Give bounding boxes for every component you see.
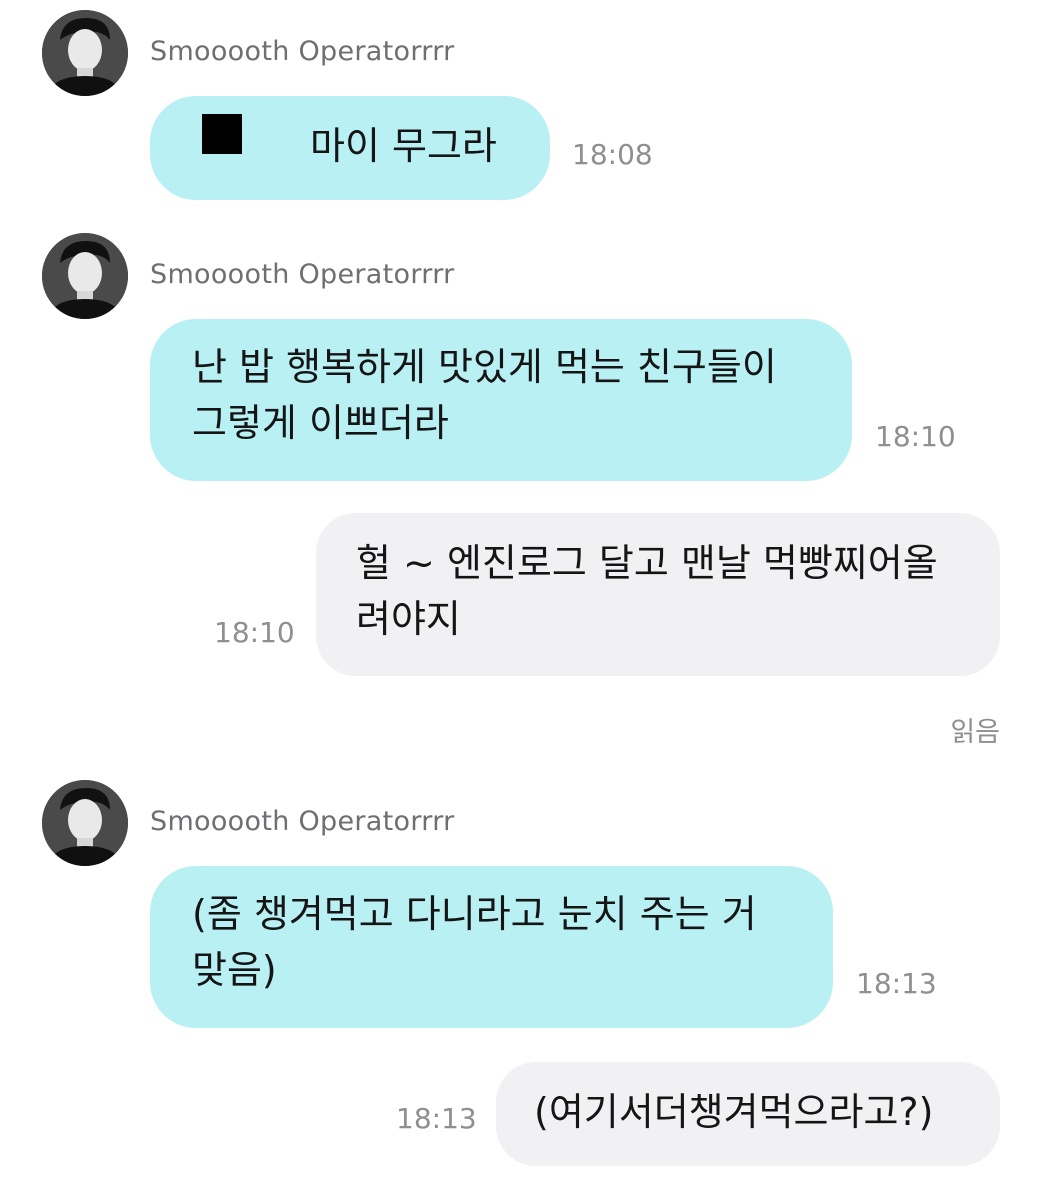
- message-bubble-incoming[interactable]: 마이 무그라: [150, 96, 550, 200]
- message-time: 18:13: [856, 967, 937, 1000]
- message-text-line: (좀 챙겨먹고 다니라고 눈치 주는 거: [192, 892, 757, 936]
- avatar[interactable]: [42, 780, 128, 866]
- message-time: 18:10: [214, 616, 295, 649]
- message-text-line: 려야지: [356, 597, 461, 641]
- message-bubble-incoming[interactable]: 난 밥 행복하게 맛있게 먹는 친구들이 그렇게 이쁘더라: [150, 319, 852, 481]
- message-text-line: 난 밥 행복하게 맛있게 먹는 친구들이: [192, 345, 777, 389]
- message-text-line: 맞음): [192, 948, 277, 992]
- message-time: 18:13: [396, 1102, 477, 1135]
- message-time: 18:10: [875, 420, 956, 453]
- sender-name: Smooooth Operatorrrr: [150, 259, 455, 290]
- message-text: (여기서더챙겨먹으라고?): [534, 1090, 934, 1134]
- read-receipt: 읽음: [950, 717, 1000, 748]
- message-bubble-outgoing[interactable]: 헐 ~ 엔진로그 달고 맨날 먹빵찌어올 려야지: [316, 513, 1000, 676]
- message-time: 18:08: [572, 138, 653, 171]
- avatar[interactable]: [42, 10, 128, 96]
- message-text: 마이 무그라: [310, 124, 497, 168]
- redacted-sticker: [202, 114, 242, 154]
- message-text-line: 그렇게 이쁘더라: [192, 401, 449, 445]
- message-bubble-incoming[interactable]: (좀 챙겨먹고 다니라고 눈치 주는 거 맞음): [150, 866, 833, 1028]
- message-bubble-outgoing[interactable]: (여기서더챙겨먹으라고?): [496, 1062, 1000, 1166]
- sender-name: Smooooth Operatorrrr: [150, 806, 455, 837]
- message-text-line: 헐 ~ 엔진로그 달고 맨날 먹빵찌어올: [356, 541, 938, 585]
- sender-name: Smooooth Operatorrrr: [150, 36, 455, 67]
- avatar[interactable]: [42, 233, 128, 319]
